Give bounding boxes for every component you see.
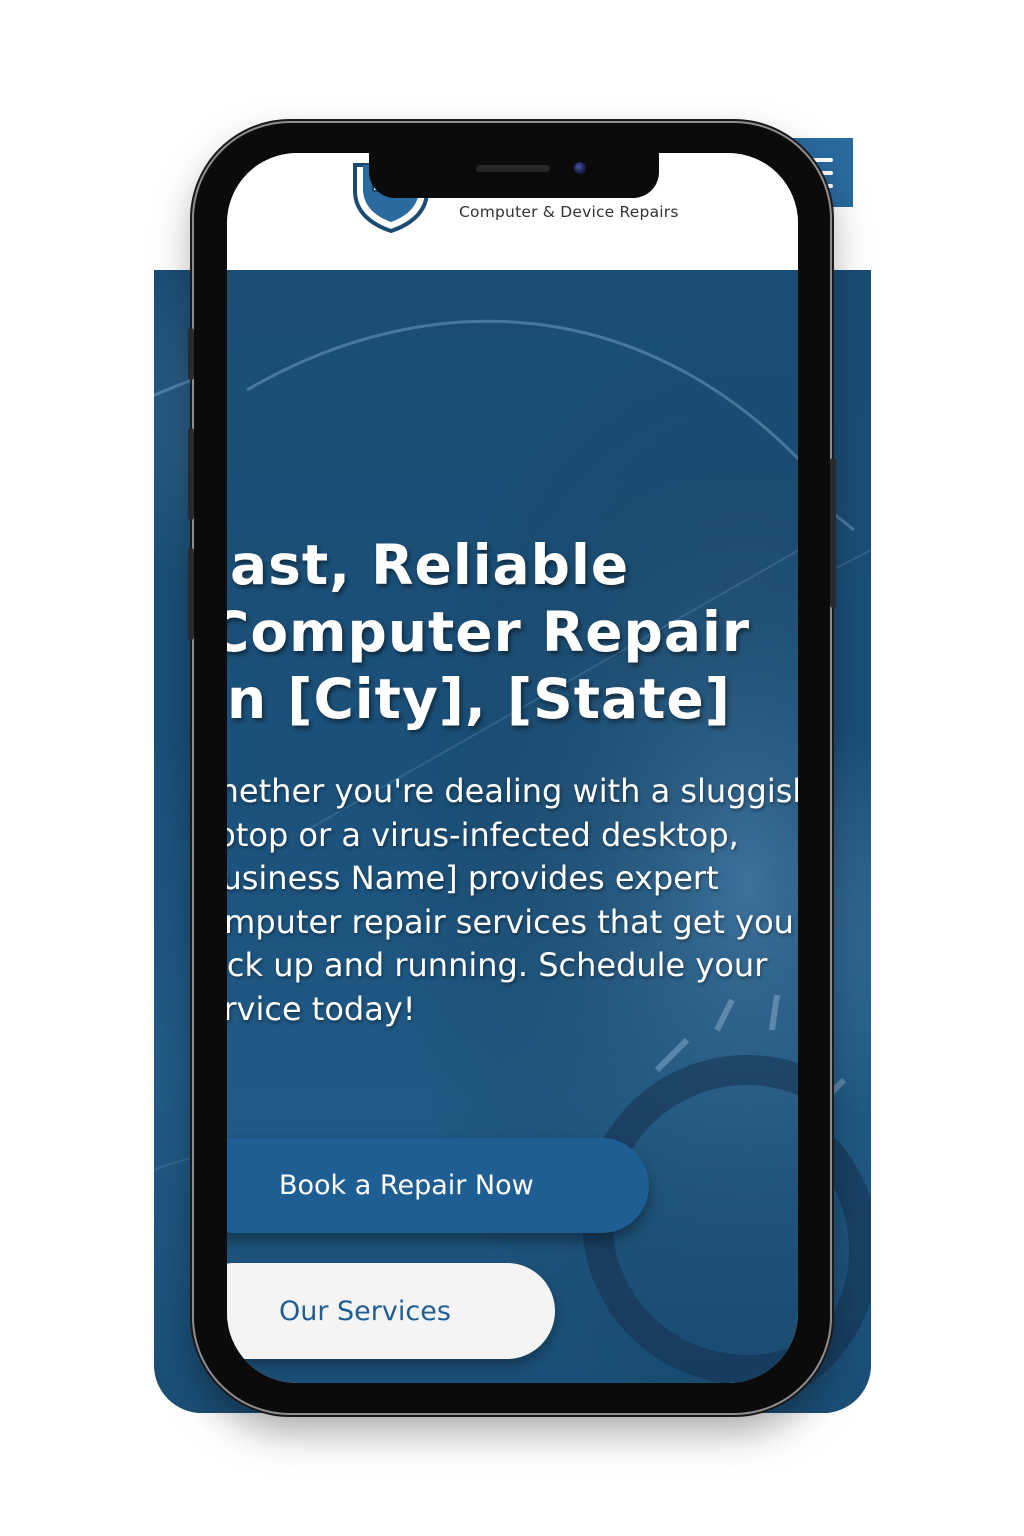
book-repair-button[interactable]: Book a Repair Now — [227, 1138, 649, 1233]
camera-icon — [574, 162, 586, 174]
phone-frame: ast, Reliable Computer Repair n [City], … — [188, 123, 836, 1413]
hero-headline: ast, Reliable Computer Repair n [City], … — [227, 533, 750, 731]
phone-screen: ast, Reliable Computer Repair n [City], … — [227, 153, 798, 1383]
phone-notch — [369, 153, 659, 198]
our-services-button[interactable]: Our Services — [227, 1263, 555, 1359]
hero-section: ast, Reliable Computer Repair n [City], … — [227, 270, 798, 1383]
hero-description: Whether you're dealing with a sluggish l… — [227, 772, 798, 1028]
brand-tagline: Computer & Device Repairs — [459, 203, 679, 221]
speaker-icon — [476, 165, 550, 172]
